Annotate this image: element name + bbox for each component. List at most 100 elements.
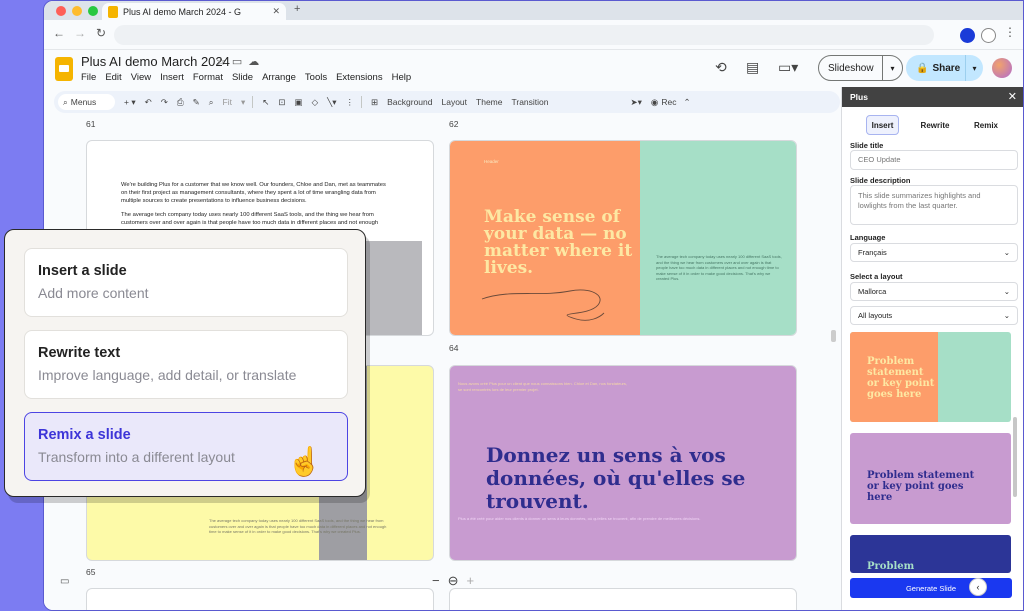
slide-number: 65 (86, 567, 96, 577)
window-controls[interactable] (56, 6, 98, 16)
slide-small-header: Header (484, 159, 499, 164)
minimize-window-icon[interactable] (72, 6, 82, 16)
layout-option[interactable]: Problem statement or key point goes here (850, 433, 1011, 524)
slideshow-button[interactable]: Slideshow ▾ (818, 55, 903, 81)
divider (361, 96, 362, 108)
zoom-in-icon[interactable]: + (467, 573, 475, 589)
slides-logo-icon[interactable] (55, 57, 73, 81)
more-tools-icon[interactable]: ⋮ (346, 97, 355, 108)
slide-body: The average tech company today uses near… (209, 518, 387, 534)
slide-headline: Make sense of your data — no matter wher… (484, 207, 633, 278)
chevron-down-icon: ⌄ (1003, 248, 1010, 257)
layout-option[interactable]: Problem statement or key point goes here (850, 332, 1011, 422)
layout-select[interactable]: Mallorca ⌄ (850, 282, 1018, 301)
share-dropdown-icon[interactable]: ▾ (965, 55, 983, 81)
rec-button[interactable]: Rec (661, 97, 676, 107)
forward-icon[interactable]: → (74, 26, 86, 40)
slide-thumbnail-66[interactable] (449, 588, 797, 610)
menu-arrange[interactable]: Arrange (262, 72, 296, 83)
sidebar-title: Plus (850, 92, 868, 102)
zoom-fit-select[interactable]: Fit (223, 97, 232, 107)
close-icon[interactable]: ✕ (1008, 90, 1017, 103)
browser-tab[interactable]: Plus AI demo March 2024 - G ✕ (102, 3, 286, 20)
close-tab-icon[interactable]: ✕ (272, 6, 280, 17)
tab-remix[interactable]: Remix (968, 115, 1004, 135)
transition-button[interactable]: Transition (512, 97, 549, 107)
menu-tools[interactable]: Tools (305, 72, 327, 83)
slide-title-input[interactable]: CEO Update (850, 150, 1018, 170)
layout-filter-select[interactable]: All layouts ⌄ (850, 306, 1018, 325)
new-slide-icon[interactable]: + ▾ (124, 97, 136, 108)
menu-format[interactable]: Format (193, 72, 223, 83)
image-icon[interactable]: ▣ (295, 97, 303, 108)
avatar[interactable] (992, 58, 1012, 78)
meet-icon[interactable]: ▭▾ (778, 59, 798, 76)
add-comment-icon[interactable]: ⊞ (371, 97, 378, 108)
slide-thumbnail-65[interactable] (86, 588, 434, 610)
collapse-side-icon[interactable]: ‹ (969, 578, 987, 596)
slide-thumbnail-62[interactable]: Header Make sense of your data — no matt… (449, 140, 797, 336)
menu-help[interactable]: Help (392, 72, 412, 83)
menus-search[interactable]: ⌕ Menus (58, 94, 115, 110)
menu-slide[interactable]: Slide (232, 72, 253, 83)
filmstrip-toggle-icon[interactable]: ▭ (60, 576, 69, 587)
print-icon[interactable]: ⎙ (177, 97, 184, 108)
pointer-icon[interactable]: ➤▾ (631, 97, 642, 108)
close-window-icon[interactable] (56, 6, 66, 16)
new-tab-button[interactable]: + (294, 3, 300, 15)
theme-button[interactable]: Theme (476, 97, 502, 107)
back-icon[interactable]: ← (53, 26, 65, 40)
select-icon[interactable]: ↖ (262, 97, 269, 108)
slide-thumbnail-64[interactable]: Nous avons créé Plus pour un client que … (449, 365, 797, 561)
history-icon[interactable]: ⟲ (715, 59, 727, 76)
document-title[interactable]: Plus AI demo March 2024 (81, 54, 230, 69)
zoom-dropdown-icon[interactable]: ▾ (241, 97, 245, 108)
menu-insert[interactable]: Insert (160, 72, 184, 83)
redo-icon[interactable]: ↷ (161, 97, 168, 108)
sidebar-scrollbar[interactable] (1013, 417, 1017, 497)
menu-view[interactable]: View (131, 72, 151, 83)
slide-body: The average tech company today uses near… (656, 254, 782, 281)
slideshow-dropdown-icon[interactable]: ▾ (882, 56, 902, 80)
search-icon: ⌕ (63, 96, 68, 107)
menu-extensions[interactable]: Extensions (336, 72, 382, 83)
card-title: Remix a slide (38, 427, 131, 443)
generate-slide-button[interactable]: Generate Slide (850, 578, 1012, 598)
zoom-magnifier-icon[interactable]: ⊖ (448, 573, 459, 589)
record-icon[interactable]: ◉ (651, 97, 658, 108)
insert-slide-card[interactable]: Insert a slide Add more content (24, 248, 348, 317)
menu-file[interactable]: File (81, 72, 96, 83)
star-icon[interactable]: ☆ (216, 56, 232, 68)
move-folder-icon[interactable]: ▭ (232, 56, 248, 68)
menu-edit[interactable]: Edit (105, 72, 121, 83)
tab-insert[interactable]: Insert (866, 115, 899, 135)
share-button[interactable]: 🔒 Share ▾ (906, 55, 983, 81)
extension-icon[interactable] (960, 28, 975, 43)
comment-icon[interactable]: ▤ (746, 59, 759, 76)
undo-icon[interactable]: ↶ (145, 97, 152, 108)
language-value: Français (858, 248, 887, 257)
slide-mint-panel (640, 141, 796, 335)
slide-description-input[interactable]: This slide summarizes highlights and low… (850, 185, 1018, 225)
background-button[interactable]: Background (387, 97, 432, 107)
zoom-icon[interactable]: ⌕ (209, 97, 214, 108)
line-icon[interactable]: ╲▾ (327, 97, 336, 108)
shape-icon[interactable]: ◇ (312, 97, 319, 108)
layout-value: Mallorca (858, 287, 887, 296)
layout-option[interactable]: Problem (850, 535, 1011, 573)
scrollbar[interactable] (831, 330, 836, 342)
tab-rewrite[interactable]: Rewrite (914, 115, 956, 135)
collapse-toolbar-icon[interactable]: ⌃ (683, 97, 690, 108)
more-menu-icon[interactable]: ⋮ (1004, 25, 1016, 39)
language-select[interactable]: Français ⌄ (850, 243, 1018, 262)
layout-button[interactable]: Layout (442, 97, 468, 107)
reload-icon[interactable]: ↻ (96, 26, 106, 40)
profile-icon[interactable] (981, 28, 996, 43)
paint-format-icon[interactable]: ✎ (193, 97, 200, 108)
slide-headline: Donnez un sens à vos données, où qu'elle… (486, 443, 746, 513)
url-input[interactable] (114, 25, 934, 45)
maximize-window-icon[interactable] (88, 6, 98, 16)
zoom-out-icon[interactable]: − (432, 573, 440, 589)
textbox-icon[interactable]: ⊡ (278, 97, 285, 108)
rewrite-text-card[interactable]: Rewrite text Improve language, add detai… (24, 330, 348, 399)
